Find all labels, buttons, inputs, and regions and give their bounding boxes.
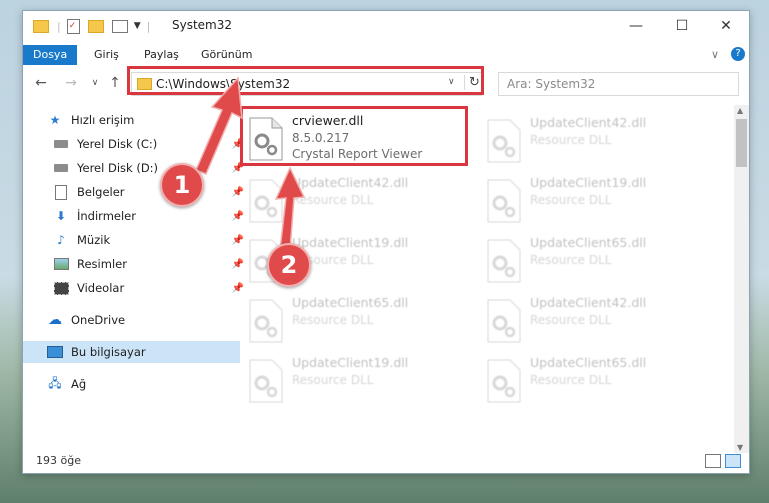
step-marker-2: 2: [267, 243, 311, 287]
arrow-to-file: [274, 166, 306, 251]
arrow-to-address-bar: [195, 76, 243, 175]
step-marker-1: 1: [160, 163, 204, 207]
annotation-arrows: [195, 76, 306, 251]
